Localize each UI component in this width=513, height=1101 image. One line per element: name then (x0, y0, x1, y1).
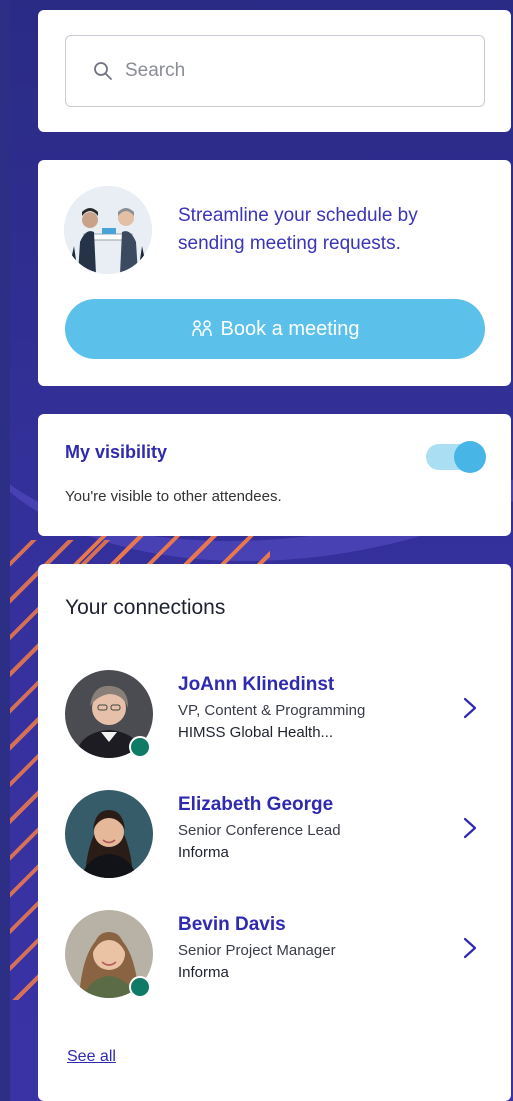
chevron-right-icon (463, 937, 477, 959)
online-status-badge (129, 976, 151, 998)
connections-title: Your connections (65, 596, 226, 619)
chevron-right-icon (463, 697, 477, 719)
connection-name: JoAnn Klinedinst (178, 674, 335, 695)
book-meeting-label: Book a meeting (220, 317, 360, 340)
book-meeting-button[interactable]: Book a meeting (65, 299, 485, 359)
search-icon (94, 62, 112, 80)
connection-role: VP, Content & Programming (178, 702, 366, 719)
connection-row[interactable]: Bevin Davis Senior Project Manager Infor… (65, 910, 485, 1002)
connection-role: Senior Conference Lead (178, 822, 341, 839)
people-icon (191, 320, 212, 337)
visibility-card: My visibility You're visible to other at… (38, 414, 511, 536)
search-input[interactable] (123, 59, 447, 83)
chevron-right-icon (463, 817, 477, 839)
connection-org: HIMSS Global Health... (178, 724, 334, 741)
toggle-knob (454, 441, 486, 473)
connection-org: Informa (178, 964, 229, 981)
connection-role: Senior Project Manager (178, 942, 336, 959)
visibility-toggle[interactable] (426, 441, 486, 473)
search-card (38, 10, 511, 132)
connection-row[interactable]: JoAnn Klinedinst VP, Content & Programmi… (65, 670, 485, 762)
connections-card: Your connections JoAnn Klinedinst VP, Co… (38, 564, 511, 1101)
visibility-description: You're visible to other attendees. (65, 488, 282, 505)
avatar (65, 790, 153, 878)
connection-name: Bevin Davis (178, 914, 286, 935)
meeting-illustration (64, 186, 152, 274)
search-box[interactable] (65, 35, 485, 107)
connection-row[interactable]: Elizabeth George Senior Conference Lead … (65, 790, 485, 882)
connection-name: Elizabeth George (178, 794, 334, 815)
see-all-link[interactable]: See all (67, 1048, 116, 1066)
online-status-badge (129, 736, 151, 758)
connection-org: Informa (178, 844, 229, 861)
visibility-title: My visibility (65, 442, 168, 462)
meeting-card: Streamline your schedule by sending meet… (38, 160, 511, 386)
meeting-promo-text: Streamline your schedule by sending meet… (178, 205, 418, 254)
